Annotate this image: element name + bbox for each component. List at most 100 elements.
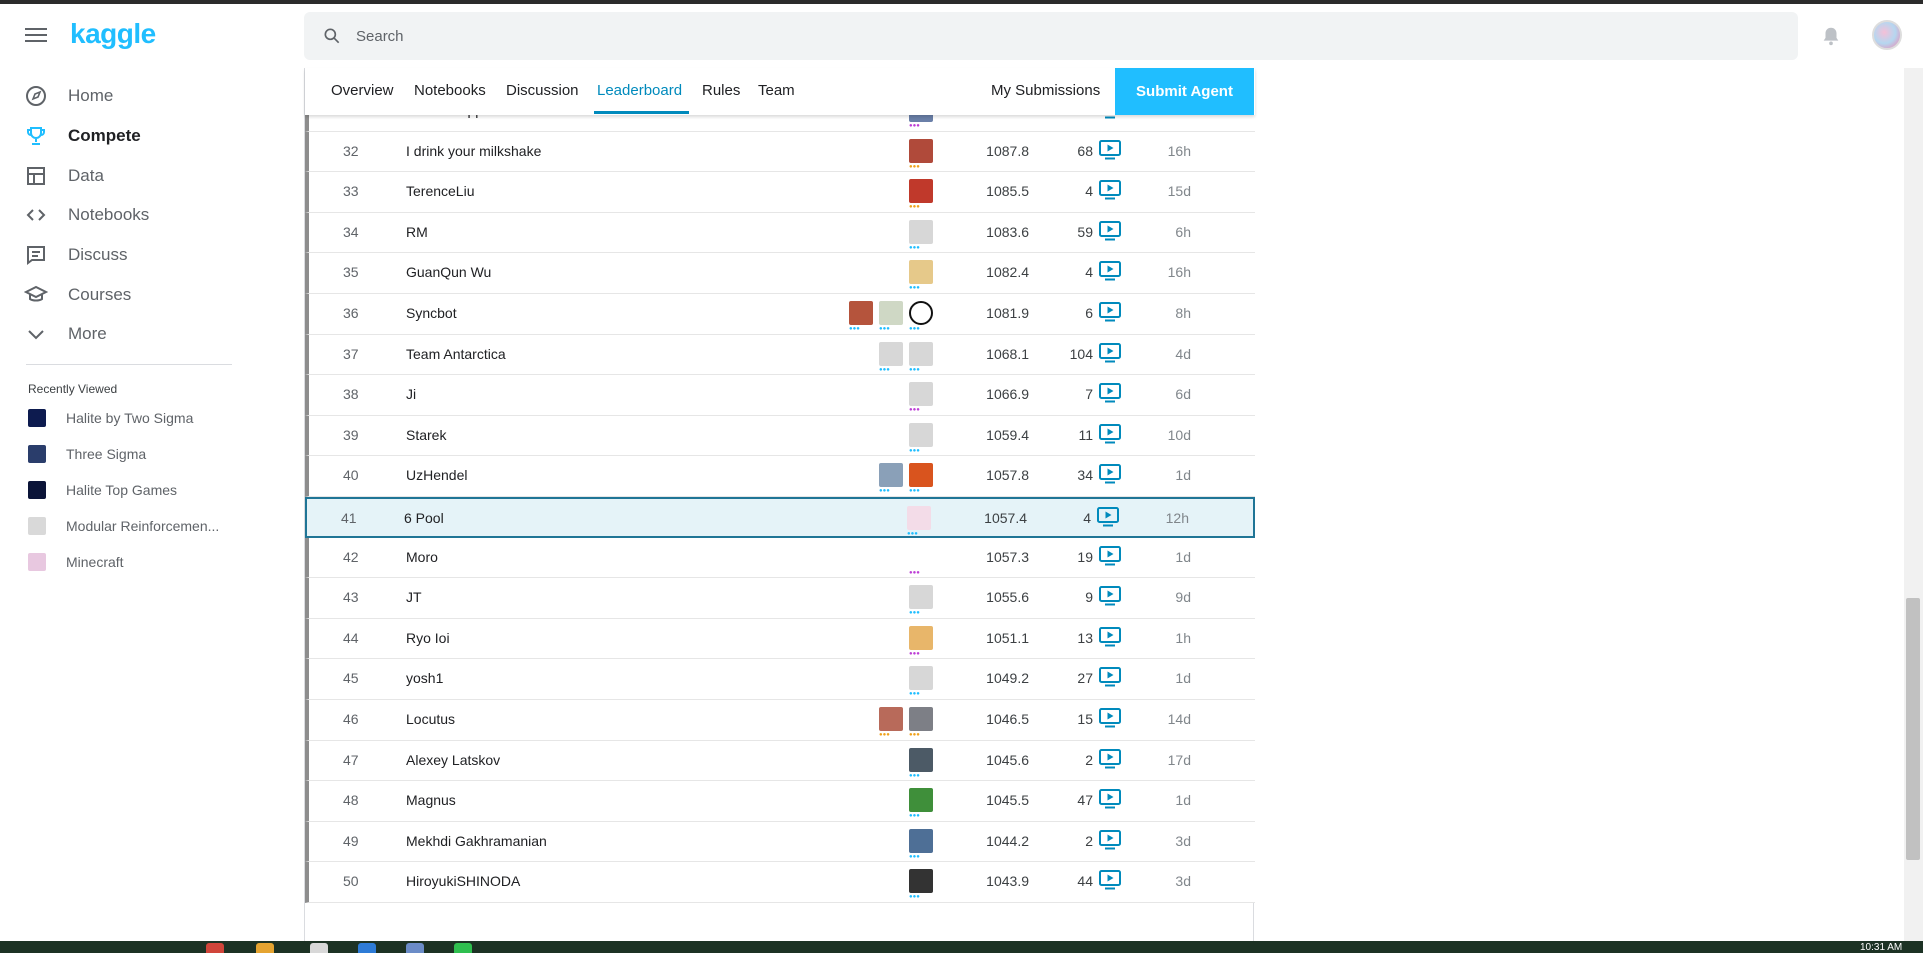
tab-overview[interactable]: Overview xyxy=(331,82,394,99)
team-member-avatar[interactable] xyxy=(909,625,933,650)
sidebar-item-home[interactable]: Home xyxy=(24,78,113,114)
hamburger-menu-icon[interactable] xyxy=(22,24,50,48)
my-submissions-link[interactable]: My Submissions xyxy=(991,82,1100,99)
recently-viewed-item[interactable]: Halite Top Games xyxy=(28,478,177,502)
team-name-cell[interactable]: yosh1 xyxy=(406,670,443,686)
team-name-cell[interactable]: Team Antarctica xyxy=(406,346,506,362)
submit-agent-button[interactable]: Submit Agent xyxy=(1115,68,1254,115)
table-row[interactable]: 46 Locutus ●●● ●●● 1046.5 15 14d xyxy=(305,700,1255,741)
team-name-cell[interactable]: HiroyukiSHINODA xyxy=(406,873,520,889)
watch-replay-icon[interactable] xyxy=(1099,464,1121,484)
watch-replay-icon[interactable] xyxy=(1099,870,1121,890)
watch-replay-icon[interactable] xyxy=(1099,667,1121,687)
table-row[interactable]: 37 Team Antarctica ●●● ●●● 1068.1 104 4d xyxy=(305,334,1255,376)
table-row[interactable]: 40 UzHendel ●●● ●●● 1057.8 34 1d xyxy=(305,456,1255,497)
watch-replay-icon[interactable] xyxy=(1099,829,1121,850)
team-member-avatar[interactable] xyxy=(879,341,903,366)
team-member-avatar[interactable] xyxy=(909,747,933,772)
kaggle-logo[interactable]: kaggle xyxy=(70,18,156,50)
table-row[interactable]: 50 HiroyukiSHINODA ●●● 1043.9 44 3d xyxy=(305,862,1255,903)
watch-replay-icon[interactable] xyxy=(1099,626,1121,647)
team-member-avatar[interactable] xyxy=(909,301,933,325)
table-row[interactable]: 34 RM ●●● 1083.6 59 6h xyxy=(305,212,1255,254)
team-name-cell[interactable]: Syncbot xyxy=(406,305,457,321)
team-member-avatar[interactable] xyxy=(909,179,933,204)
edge-taskbar-icon[interactable] xyxy=(358,943,376,953)
watch-replay-icon[interactable] xyxy=(1099,586,1121,606)
team-member-avatar[interactable] xyxy=(909,707,933,731)
watch-replay-icon[interactable] xyxy=(1099,180,1121,200)
watch-replay-icon[interactable] xyxy=(1097,507,1119,527)
table-row[interactable]: 32 I drink your milkshake ●●● 1087.8 68 16h xyxy=(305,131,1255,173)
watch-replay-icon[interactable] xyxy=(1099,302,1121,322)
table-row[interactable]: 38 Ji ●●● 1066.9 7 6d xyxy=(305,375,1255,416)
watch-replay-icon[interactable] xyxy=(1099,748,1121,769)
table-row[interactable]: 42 Moro ●●● 1057.3 19 1d xyxy=(305,537,1255,579)
team-member-avatar[interactable] xyxy=(909,219,933,244)
team-name-cell[interactable]: Starek xyxy=(406,427,446,443)
search-bar[interactable] xyxy=(304,12,1798,60)
table-row[interactable]: 47 Alexey Latskov ●●● 1045.6 2 17d xyxy=(305,740,1255,782)
watch-replay-icon[interactable] xyxy=(1099,423,1121,444)
team-member-avatar[interactable] xyxy=(879,707,903,731)
sidebar-item-courses[interactable]: Courses xyxy=(24,277,131,313)
watch-replay-icon[interactable] xyxy=(1099,342,1121,363)
team-name-cell[interactable]: GuanQun Wu xyxy=(406,264,491,280)
table-row[interactable]: 41 6 Pool ●●● 1057.4 4 12h xyxy=(305,497,1255,538)
tab-notebooks[interactable]: Notebooks xyxy=(414,82,486,99)
recently-viewed-item[interactable]: Three Sigma xyxy=(28,442,146,466)
table-row[interactable]: 33 TerenceLiu ●●● 1085.5 4 15d xyxy=(305,172,1255,213)
notifications-bell-icon[interactable] xyxy=(1820,24,1842,48)
recently-viewed-item[interactable]: Halite by Two Sigma xyxy=(28,406,193,430)
sidebar-item-compete[interactable]: Compete xyxy=(24,118,141,154)
team-name-cell[interactable]: Mekhdi Gakhramanian xyxy=(406,833,547,849)
table-row[interactable]: 39 Starek ●●● 1059.4 11 10d xyxy=(305,415,1255,457)
watch-replay-icon[interactable] xyxy=(1099,220,1121,241)
team-name-cell[interactable]: Moro xyxy=(406,549,438,565)
team-name-cell[interactable]: Ji xyxy=(406,386,416,402)
watch-replay-icon[interactable] xyxy=(1099,545,1121,566)
team-member-avatar[interactable] xyxy=(909,463,933,488)
team-member-avatar[interactable] xyxy=(909,828,933,853)
table-row[interactable]: 48 Magnus ●●● 1045.5 47 1d xyxy=(305,781,1255,822)
watch-replay-icon[interactable] xyxy=(1099,708,1121,728)
sidebar-item-data[interactable]: Data xyxy=(24,158,104,194)
recently-viewed-item[interactable]: Minecraft xyxy=(28,550,124,574)
team-name-cell[interactable]: Ryo Ioi xyxy=(406,630,450,646)
team-member-avatar[interactable] xyxy=(909,585,933,610)
team-member-avatar[interactable] xyxy=(907,506,931,530)
watch-replay-icon[interactable] xyxy=(1099,261,1121,281)
team-name-cell[interactable]: Alexey Latskov xyxy=(406,752,500,768)
team-name-cell[interactable]: RM xyxy=(406,224,428,240)
store-taskbar-icon[interactable] xyxy=(406,943,424,953)
user-avatar[interactable] xyxy=(1872,20,1902,50)
team-member-avatar[interactable] xyxy=(909,341,933,366)
table-row[interactable]: 45 yosh1 ●●● 1049.2 27 1d xyxy=(305,659,1255,700)
team-name-cell[interactable]: JT xyxy=(406,589,422,605)
watch-replay-icon[interactable] xyxy=(1099,789,1121,809)
sidebar-item-discuss[interactable]: Discuss xyxy=(24,237,128,273)
table-row[interactable]: 49 Mekhdi Gakhramanian ●●● 1044.2 2 3d xyxy=(305,821,1255,863)
watch-replay-icon[interactable] xyxy=(1099,383,1121,403)
team-member-avatar[interactable] xyxy=(909,666,933,691)
tab-team[interactable]: Team xyxy=(758,82,795,99)
team-name-cell[interactable]: Locutus xyxy=(406,711,455,727)
table-row[interactable]: 44 Ryo Ioi ●●● 1051.1 13 1h xyxy=(305,618,1255,660)
team-name-cell[interactable]: TerenceLiu xyxy=(406,183,475,199)
team-name-cell[interactable]: UzHendel xyxy=(406,467,467,483)
table-row[interactable]: 43 JT ●●● 1055.6 9 9d xyxy=(305,578,1255,619)
team-member-avatar[interactable] xyxy=(909,260,933,285)
team-name-cell[interactable]: Magnus xyxy=(406,792,456,808)
tab-rules[interactable]: Rules xyxy=(702,82,740,99)
team-name-cell[interactable]: 6 Pool xyxy=(404,510,444,526)
team-member-avatar[interactable] xyxy=(879,463,903,488)
chrome-taskbar-icon[interactable] xyxy=(206,943,224,953)
team-name-cell[interactable]: I drink your milkshake xyxy=(406,143,541,159)
recently-viewed-item[interactable]: Modular Reinforcemen... xyxy=(28,514,219,538)
sidebar-item-more[interactable]: More xyxy=(24,316,107,352)
team-member-avatar[interactable] xyxy=(909,869,933,894)
tab-leaderboard[interactable]: Leaderboard xyxy=(597,82,682,99)
app-taskbar-icon[interactable] xyxy=(310,943,328,953)
team-member-avatar[interactable] xyxy=(909,382,933,407)
team-member-avatar[interactable] xyxy=(909,422,933,447)
